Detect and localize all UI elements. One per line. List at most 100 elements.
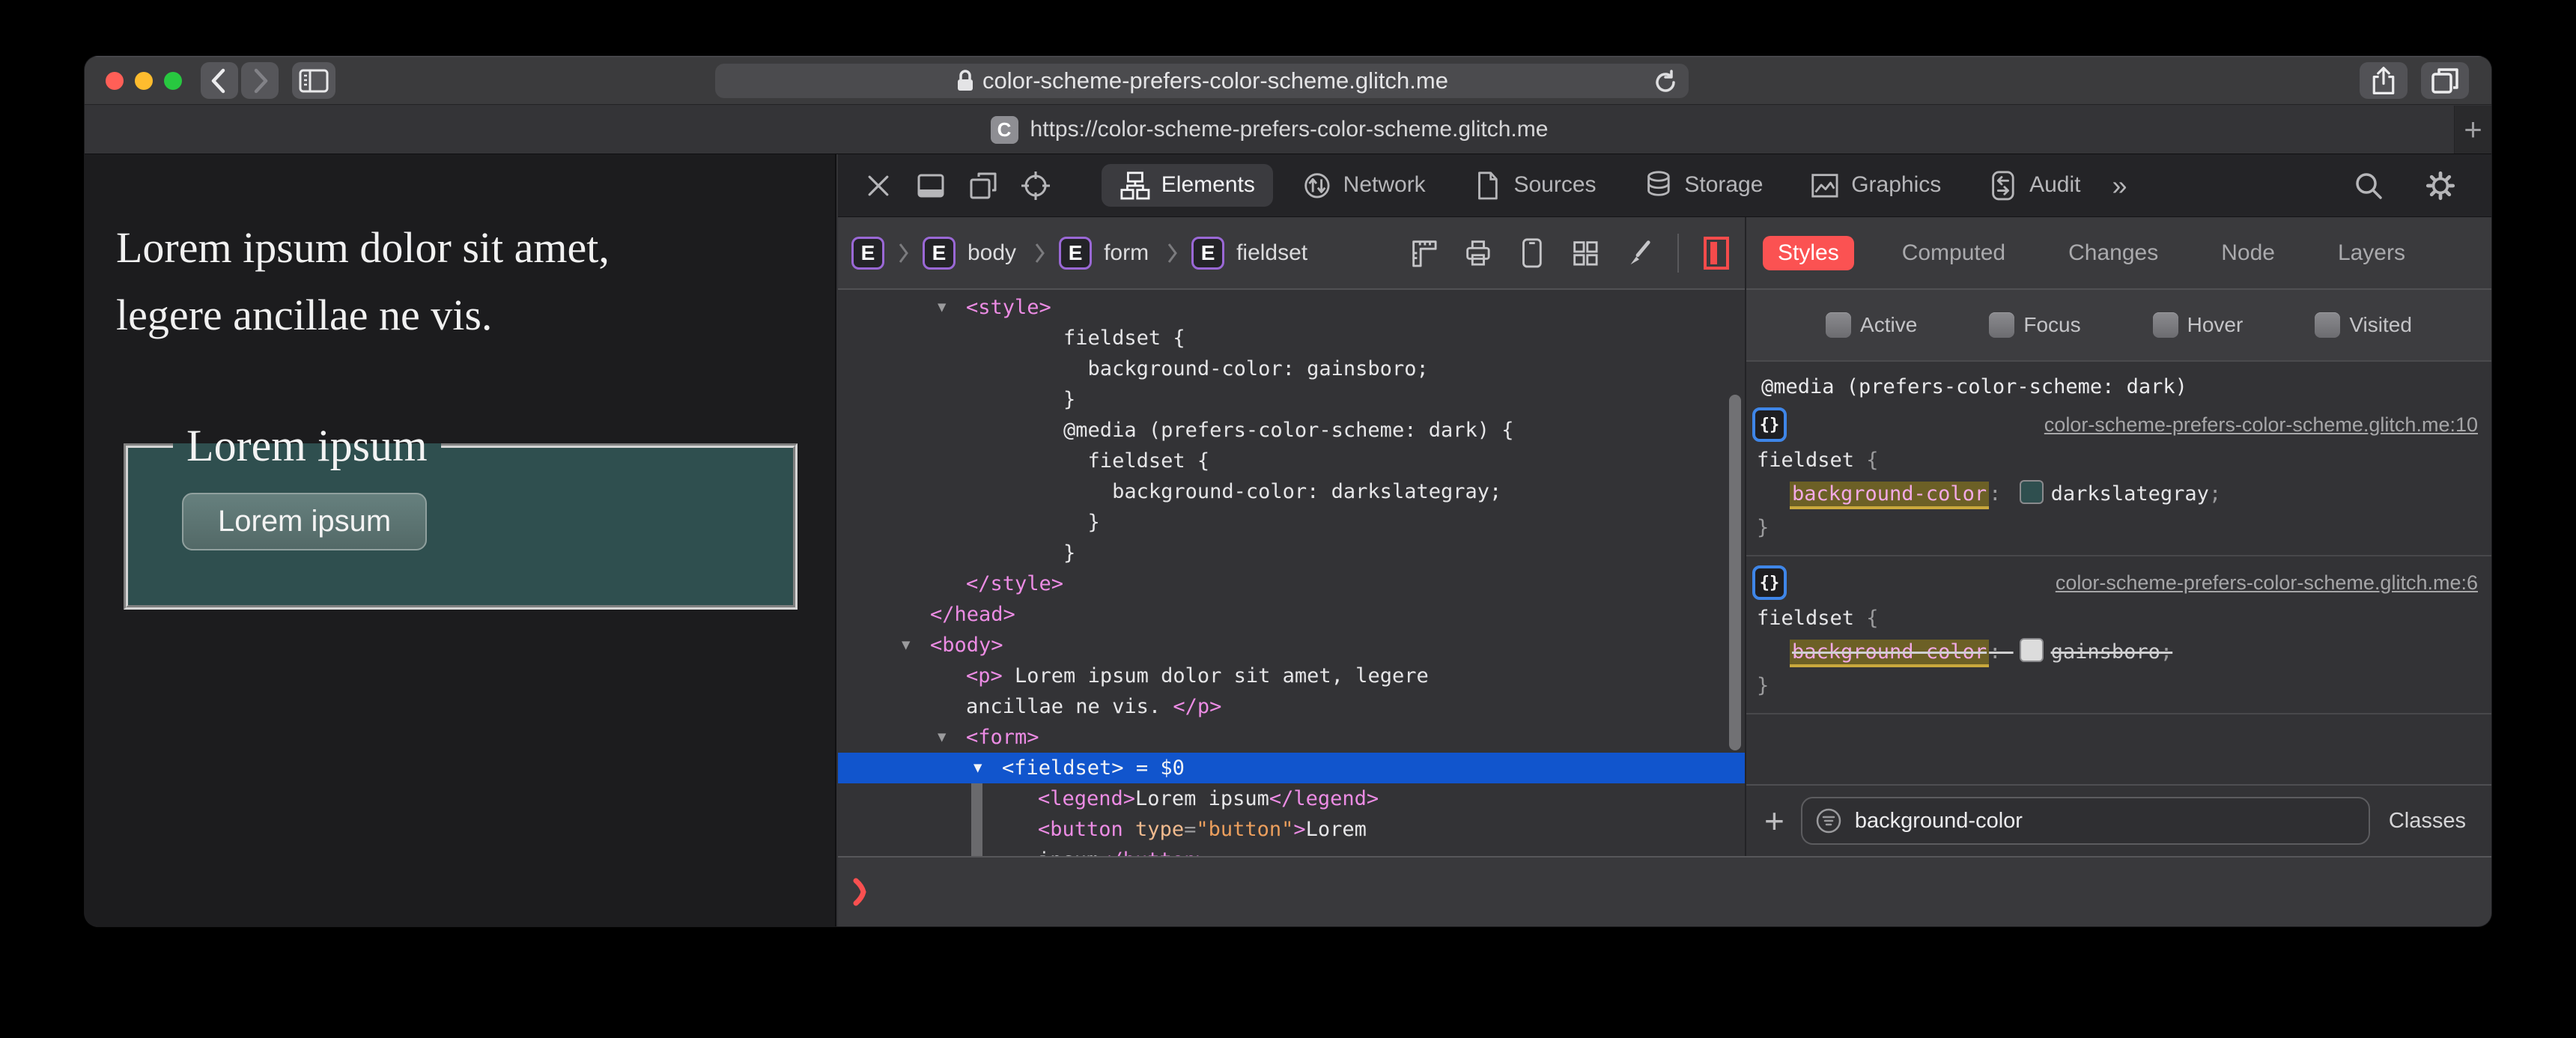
- dom-row[interactable]: }: [838, 507, 1745, 538]
- pseudo-toggle-visited[interactable]: Visited: [2315, 312, 2412, 338]
- more-tabs-button[interactable]: »: [2112, 170, 2127, 201]
- dom-row[interactable]: ▼ <form>: [838, 722, 1745, 753]
- element-badge[interactable]: E: [851, 236, 884, 270]
- dom-row[interactable]: background-color: darkslategray;: [838, 476, 1745, 507]
- page-button[interactable]: Lorem ipsum: [182, 493, 428, 550]
- dom-row[interactable]: fieldset {: [838, 323, 1745, 353]
- new-rule-button[interactable]: +: [1764, 804, 1784, 838]
- search-icon[interactable]: [2348, 165, 2390, 207]
- sidebar-tab-layers[interactable]: Layers: [2323, 236, 2420, 270]
- force-appearance-icon[interactable]: [1701, 235, 1731, 271]
- dom-token: background-color: darkslategray;: [966, 480, 1502, 503]
- css-declaration[interactable]: background-color: gainsboro;: [1746, 635, 2491, 669]
- rule-selector[interactable]: fieldset: [1757, 449, 1854, 472]
- element-badge[interactable]: E: [1059, 236, 1093, 270]
- css-declaration[interactable]: background-color: darkslategray;: [1746, 477, 2491, 511]
- curly-braces-icon[interactable]: {}: [1752, 407, 1787, 442]
- close-inspector-icon[interactable]: [857, 165, 899, 207]
- dock-bottom-icon[interactable]: [910, 165, 952, 207]
- tabs-overview-icon: [2428, 64, 2461, 97]
- dom-row[interactable]: ▼ <body>: [838, 630, 1745, 661]
- inspector-tab-audit[interactable]: Audit: [1969, 164, 2098, 207]
- inspector-tab-network[interactable]: Network: [1284, 164, 1444, 207]
- print-styles-icon[interactable]: [1462, 237, 1494, 269]
- tab-overview-button[interactable]: [2421, 62, 2469, 99]
- pseudo-class-bar: Active Focus Hover Visited: [1746, 290, 2491, 362]
- device-icon[interactable]: [1516, 237, 1548, 269]
- filter-field[interactable]: [1800, 797, 2370, 845]
- checkbox[interactable]: [1826, 312, 1852, 338]
- expander-triangle-icon[interactable]: ▼: [973, 753, 982, 783]
- dom-token: <button: [1038, 818, 1123, 841]
- checkbox[interactable]: [2152, 312, 2178, 338]
- dom-row[interactable]: <p> Lorem ipsum dolor sit amet, legere: [838, 661, 1745, 691]
- style-filter-input[interactable]: [1853, 807, 2357, 834]
- tab-favicon: C: [990, 115, 1018, 144]
- inspector-tab-storage[interactable]: Storage: [1625, 164, 1781, 207]
- dom-token: <legend>: [1038, 787, 1136, 810]
- network-icon: [1301, 170, 1333, 201]
- grid-overlay-icon[interactable]: [1570, 237, 1601, 269]
- dom-tree[interactable]: ▼ <style> fieldset { background-color: ga…: [838, 290, 1745, 856]
- dom-row[interactable]: @media (prefers-color-scheme: dark) {: [838, 415, 1745, 446]
- dom-row[interactable]: ancillae ne vis. </p>: [838, 691, 1745, 722]
- dom-row[interactable]: background-color: gainsboro;: [838, 353, 1745, 384]
- dom-row[interactable]: </head>: [838, 599, 1745, 630]
- dom-row[interactable]: fieldset {: [838, 446, 1745, 476]
- dom-row-selected[interactable]: ▼ <fieldset> = $0: [838, 753, 1745, 783]
- console-prompt-bar[interactable]: [838, 856, 2491, 926]
- breadcrumb-item-fieldset[interactable]: fieldset: [1236, 240, 1307, 266]
- dom-row[interactable]: }: [838, 384, 1745, 415]
- color-swatch[interactable]: [2019, 480, 2044, 504]
- expander-triangle-icon[interactable]: ▼: [902, 630, 910, 661]
- active-tab[interactable]: C https://color-scheme-prefers-color-sch…: [85, 106, 2455, 154]
- rulers-icon[interactable]: [1409, 237, 1440, 269]
- dom-token: @media (prefers-color-scheme: dark) {: [966, 419, 1514, 442]
- inspector-tab-graphics[interactable]: Graphics: [1791, 164, 1959, 207]
- zoom-window-button[interactable]: [164, 71, 182, 90]
- dom-row[interactable]: </style>: [838, 568, 1745, 599]
- gear-icon[interactable]: [2419, 165, 2461, 207]
- checkbox[interactable]: [2315, 312, 2341, 338]
- minimize-window-button[interactable]: [135, 71, 153, 90]
- dom-token: ipsum: [1038, 849, 1099, 856]
- inspector-tab-sources[interactable]: Sources: [1454, 164, 1614, 207]
- dom-scrollbar-thumb[interactable]: [1729, 395, 1741, 750]
- reload-icon[interactable]: [1653, 70, 1678, 95]
- pseudo-label: Hover: [2187, 313, 2244, 336]
- new-tab-button[interactable]: +: [2455, 106, 2491, 154]
- checkbox[interactable]: [1989, 312, 2015, 338]
- sidebar-toggle-button[interactable]: [292, 62, 335, 99]
- share-button[interactable]: [2360, 62, 2408, 99]
- pseudo-toggle-active[interactable]: Active: [1826, 312, 1917, 338]
- back-button[interactable]: [201, 62, 238, 99]
- sidebar-tab-computed[interactable]: Computed: [1887, 236, 2020, 270]
- inspector-tab-elements[interactable]: Elements: [1102, 163, 1273, 207]
- element-badge[interactable]: E: [923, 236, 956, 270]
- color-swatch[interactable]: [2019, 638, 2044, 662]
- breadcrumb-item-body[interactable]: body: [967, 240, 1016, 266]
- sidebar-tab-styles[interactable]: Styles: [1763, 235, 1854, 270]
- sidebar-tab-changes[interactable]: Changes: [2053, 236, 2173, 270]
- expander-triangle-icon[interactable]: ▼: [938, 722, 946, 753]
- breadcrumb-item-form[interactable]: form: [1104, 240, 1149, 266]
- element-picker-icon[interactable]: [1015, 165, 1057, 207]
- pseudo-toggle-hover[interactable]: Hover: [2152, 312, 2244, 338]
- expander-triangle-icon[interactable]: ▼: [938, 292, 946, 323]
- dom-row[interactable]: }: [838, 538, 1745, 568]
- rule-source-link[interactable]: color-scheme-prefers-color-scheme.glitch…: [2044, 413, 2478, 437]
- close-window-button[interactable]: [106, 71, 124, 90]
- address-bar[interactable]: color-scheme-prefers-color-scheme.glitch…: [715, 64, 1689, 98]
- sidebar-tab-node[interactable]: Node: [2206, 236, 2290, 270]
- visual-edit-icon[interactable]: [1623, 237, 1655, 269]
- element-badge[interactable]: E: [1191, 236, 1225, 270]
- dom-row[interactable]: ▼ <style>: [838, 292, 1745, 323]
- curly-braces-icon[interactable]: {}: [1752, 565, 1787, 600]
- classes-button[interactable]: Classes: [2389, 809, 2473, 834]
- undock-icon[interactable]: [962, 165, 1004, 207]
- rule-selector[interactable]: fieldset: [1757, 607, 1854, 630]
- pseudo-toggle-focus[interactable]: Focus: [1989, 312, 2081, 338]
- rule-source-link[interactable]: color-scheme-prefers-color-scheme.glitch…: [2056, 571, 2478, 595]
- dom-token: Lorem ipsum: [1135, 787, 1269, 810]
- forward-button[interactable]: [241, 62, 279, 99]
